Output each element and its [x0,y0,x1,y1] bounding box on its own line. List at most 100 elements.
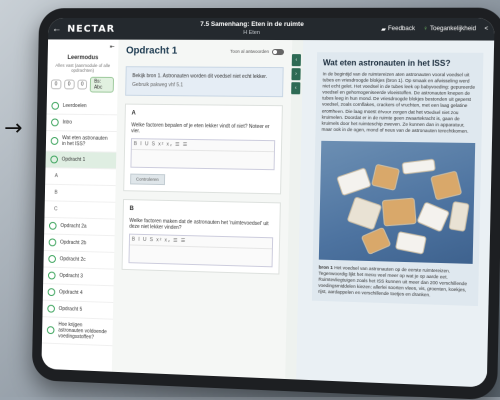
food-package [381,197,417,227]
toggle-switch[interactable] [271,48,285,55]
chevron-left-icon[interactable]: ‹ [291,82,301,95]
sidebar-item-label: Opdracht 2a [60,223,87,230]
accessibility-button[interactable]: ♀ Toegankelijkheid [423,26,476,32]
sidebar-subitem-c[interactable]: C [44,201,116,220]
food-package [346,196,383,231]
space-food-photo [318,140,476,264]
circle-check-icon [48,221,57,230]
topbar-actions: ▰ Feedback ♀ Toegankelijkheid < [381,26,488,33]
question-label: A [131,110,136,117]
question-text: Welke factoren bepalen of je eten lekker… [131,122,270,135]
sidebar-item-opdracht-2b[interactable]: Opdracht 2b [43,234,115,253]
page-title: 7.5 Samenhang: Eten in de ruimte [200,20,304,29]
sidebar-item-intro[interactable]: Intro [46,114,118,133]
circle-check-icon [50,155,59,164]
food-package [336,167,372,197]
sidebar-item-label: Opdracht 1 [61,156,86,163]
chevron-left-icon[interactable]: ‹ [291,54,301,67]
sidebar-item-label: Intro [62,119,73,126]
exercise-header: Opdracht 1 Toon al antwoorden [118,40,292,62]
arrow-right-icon: → [4,116,23,141]
question-card-a: A Welke factoren bepalen of je eten lekk… [123,103,283,195]
food-tube [401,158,436,175]
caption-source-label: bron 1 [318,264,333,271]
sidebar-heading: Leermodus [67,55,99,62]
sidebar-subitem-b[interactable]: B [44,184,116,203]
food-package [371,163,401,191]
food-package [430,170,463,201]
editor-toolbar[interactable]: B I U S x² x₂ ☰ ☰ [131,139,275,153]
accessibility-icon: ♀ [423,26,428,33]
photo-caption: bron 1 Het voedsel van astronauten op de… [318,265,472,301]
circle-check-icon [47,271,56,280]
caption-text: Het voedsel van astronauten op de eerste… [318,265,468,298]
article-body: In de begintijd van de ruimtereizen aten… [321,71,476,134]
accessibility-label: Toegankelijkheid [429,26,477,33]
sidebar-item-label: Hoe krijgen astronauten voldoende voedin… [58,321,107,341]
circle-check-icon [47,304,55,313]
sidebar-item-label: Opdracht 3 [59,272,83,280]
sidebar-item-voedingsstoffen[interactable]: Hoe krijgen astronauten voldoende voedin… [41,317,113,347]
sidebar-item-opdracht-2c[interactable]: Opdracht 2c [43,250,115,270]
back-arrow-icon[interactable]: ← [48,23,65,34]
page-breadcrumb: 7.5 Samenhang: Eten in de ruimte H Eten [192,21,311,37]
chevron-right-icon[interactable]: › [291,68,301,81]
sidebar-item-opdracht-2a[interactable]: Opdracht 2a [44,217,115,237]
circle-check-icon [51,101,60,110]
sidebar: ⇤ Leermodus Alles vast (aanmodule of all… [41,39,120,372]
question-text: Welke factoren maken dat de astronauten … [129,217,269,231]
page-subtitle: H Eten [243,29,260,36]
answer-editor-a[interactable]: B I U S x² x₂ ☰ ☰ [130,138,276,171]
answer-editor-b[interactable]: B I U S x² x₂ ☰ ☰ [128,233,274,268]
toggle-label: Toon al antwoorden [230,48,270,54]
intro-subtext: Gebruik pakweg vhf 5.1 [132,81,184,89]
question-label: B [129,206,134,213]
circle-check-icon [51,118,59,127]
sidebar-controls: 0 0 0 Bs: Abc [47,76,118,93]
filter-control-3[interactable]: 0 [76,79,88,90]
source-article-panel: Wat eten astronauten in het ISS? In de b… [296,40,495,388]
tablet-device: ← NECTAR 7.5 Samenhang: Eten in de ruimt… [31,7,500,400]
sidebar-item-leerdoelen[interactable]: Leerdoelen [46,97,118,116]
food-package [448,200,470,232]
feedback-button[interactable]: ▰ Feedback [381,26,415,33]
sidebar-item-label: Wat eten astronauten in het ISS? [61,135,108,148]
app-logo: NECTAR [67,23,116,35]
sidebar-item-label: Opdracht 4 [58,289,83,297]
sidebar-item-label: Leerdoelen [62,102,87,110]
sidebar-item-label: Opdracht 2c [59,256,86,263]
show-answers-toggle[interactable]: Toon al antwoorden [230,48,285,55]
circle-check-icon [48,254,56,263]
food-package [416,201,450,233]
sidebar-item-iss[interactable]: Wat eten astronauten in het ISS? [45,131,117,153]
check-button[interactable]: Controleren [130,173,165,186]
collapse-sidebar-icon[interactable]: ⇤ [110,44,115,50]
circle-check-icon [47,288,56,297]
food-package [360,226,392,255]
article-content: Wat eten astronauten in het ISS? In de b… [311,52,484,307]
exercise-intro: Bekijk bron 1. Astronauten worden dit vo… [125,66,284,98]
sidebar-item-label: Opdracht 5 [58,306,83,313]
editor-toolbar[interactable]: B I U S x² x₂ ☰ ☰ [129,234,273,250]
top-bar: ← NECTAR 7.5 Samenhang: Eten in de ruimt… [48,17,495,41]
feedback-label: Feedback [387,26,416,33]
exercise-panel: Opdracht 1 Toon al antwoorden Bekijk bro… [111,39,293,380]
circle-check-icon [50,136,59,145]
circle-check-icon [46,326,55,335]
food-package [394,230,427,255]
filter-control-2[interactable]: 0 [63,79,75,90]
tablet-screen: ← NECTAR 7.5 Samenhang: Eten in de ruimt… [41,17,495,388]
sidebar-subitem-a[interactable]: A [45,168,116,187]
sidebar-item-label: Opdracht 2b [59,239,87,247]
article-title: Wat eten astronauten in het ISS? [322,58,451,69]
sidebar-subheading: Alles vast (aanmodule of alle opdrachten… [55,62,111,73]
filter-control-4[interactable]: Bs: Abc [90,76,115,93]
circle-check-icon [48,238,57,247]
panel-nav-rail: ‹ › ‹ [291,54,302,95]
sidebar-item-opdracht-1[interactable]: Opdracht 1 [45,151,117,170]
intro-text: Bekijk bron 1. Astronauten worden dit vo… [132,73,268,81]
share-icon[interactable]: < [484,26,488,32]
question-card-b: B Welke factoren maken dat de astronaute… [121,199,281,275]
filter-control-1[interactable]: 0 [50,79,62,90]
feedback-icon: ▰ [381,26,386,33]
